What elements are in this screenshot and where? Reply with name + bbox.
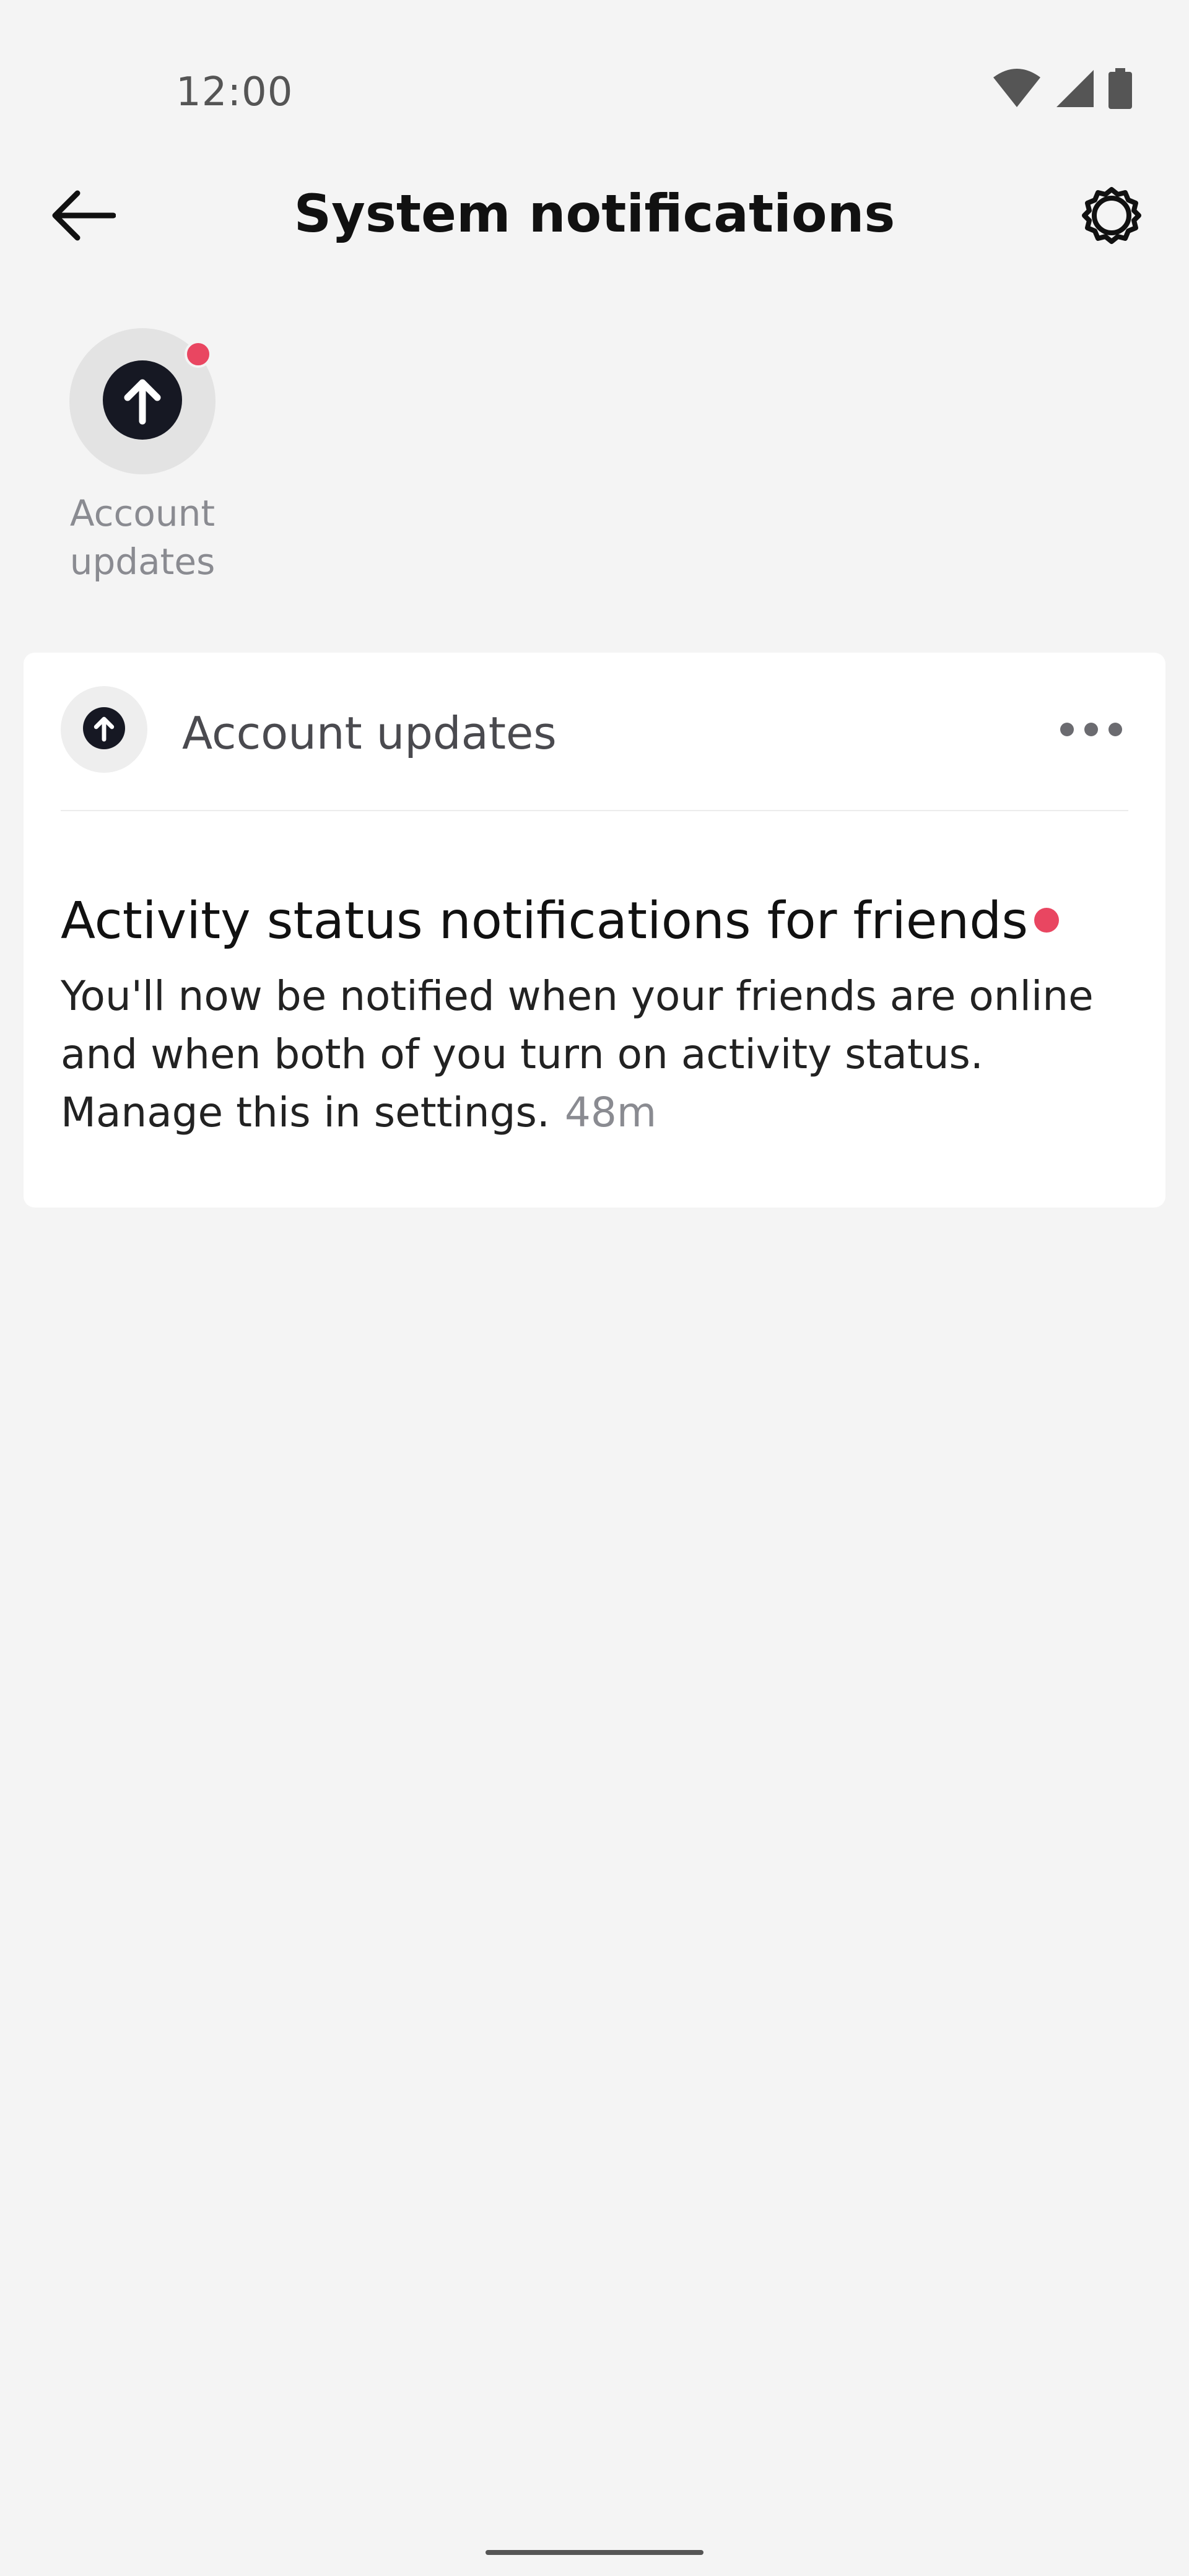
arrow-up-circle-icon xyxy=(103,360,182,443)
category-label: Account updates xyxy=(69,492,216,583)
battery-icon xyxy=(1108,68,1132,109)
divider xyxy=(61,810,1128,811)
status-bar: 12:00 xyxy=(0,0,1189,124)
settings-button[interactable] xyxy=(1071,180,1152,254)
more-dot xyxy=(1108,723,1122,736)
unread-badge xyxy=(185,341,212,368)
notification-time: 48m xyxy=(564,1089,657,1136)
more-dot xyxy=(1084,723,1098,736)
status-icons xyxy=(992,68,1132,109)
notification-title: Activity status notifications for friend… xyxy=(61,892,1029,951)
top-app-bar: System notifications xyxy=(0,155,1189,279)
status-time: 12:00 xyxy=(176,69,294,115)
notification-card[interactable]: Account updates Activity status notifica… xyxy=(24,653,1165,1208)
card-header: Account updates xyxy=(61,686,1128,774)
card-source-icon xyxy=(61,686,147,773)
more-dot xyxy=(1060,723,1074,736)
arrow-up-circle-icon xyxy=(83,707,125,752)
unread-dot xyxy=(1034,908,1059,933)
more-options-button[interactable] xyxy=(1054,705,1128,754)
page-title: System notifications xyxy=(294,183,895,244)
notification-body: You'll now be notified when your friends… xyxy=(61,967,1132,1142)
card-source-label: Account updates xyxy=(182,707,557,759)
cellular-signal-icon xyxy=(1055,69,1095,108)
category-account-updates[interactable]: Account updates xyxy=(62,328,223,586)
gear-icon xyxy=(1082,186,1141,248)
screen: 12:00 System notifications Account updat… xyxy=(0,0,1189,2576)
category-icon-container xyxy=(69,328,216,474)
wifi-icon xyxy=(992,69,1042,108)
home-indicator[interactable] xyxy=(486,2550,703,2555)
